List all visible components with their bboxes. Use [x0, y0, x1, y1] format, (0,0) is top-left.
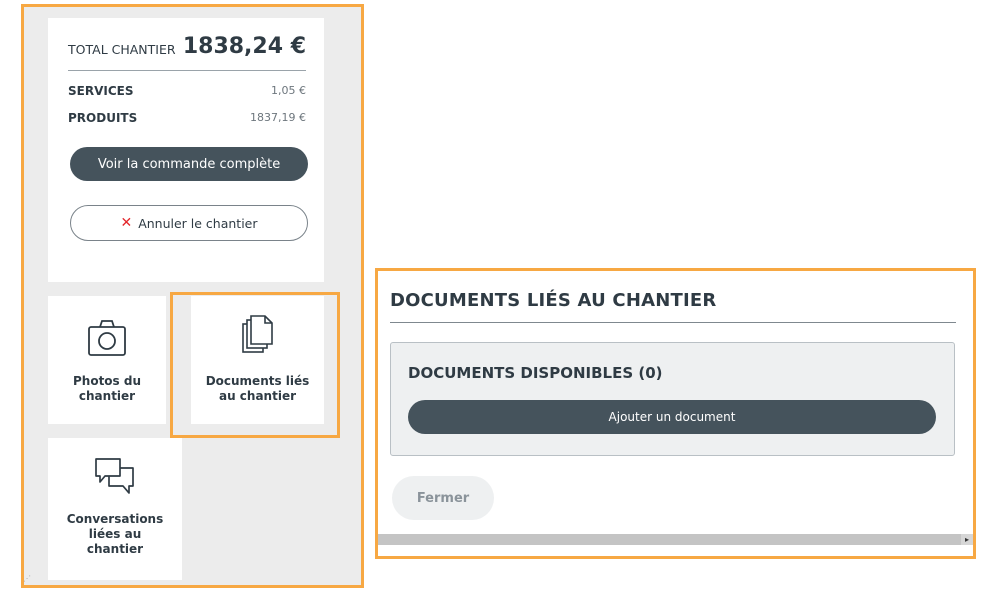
services-label: SERVICES [68, 84, 134, 98]
site-documents-panel: DOCUMENTS LIÉS AU CHANTIER DOCUMENTS DIS… [375, 268, 976, 559]
total-row: TOTAL CHANTIER 1838,24 € [68, 34, 306, 71]
scroll-right-icon[interactable]: ▸ [963, 534, 971, 545]
products-value: 1837,19 € [250, 111, 306, 124]
cancel-site-label: Annuler le chantier [138, 215, 258, 231]
close-button[interactable]: Fermer [392, 476, 494, 520]
view-full-order-button[interactable]: Voir la commande complète [70, 147, 308, 181]
camera-icon [86, 318, 128, 362]
photos-tile-label: Photos du chantier [72, 374, 141, 403]
services-value: 1,05 € [271, 84, 306, 97]
services-row: SERVICES 1,05 € [68, 84, 306, 102]
conversations-tile[interactable]: Conversations liées au chantier [48, 438, 182, 580]
products-label: PRODUITS [68, 111, 138, 125]
add-document-button[interactable]: Ajouter un document [408, 400, 936, 434]
title-divider [390, 322, 956, 323]
total-label: TOTAL CHANTIER [68, 42, 176, 57]
products-row: PRODUITS 1837,19 € [68, 111, 306, 129]
panel-title: DOCUMENTS LIÉS AU CHANTIER [390, 290, 717, 311]
photos-tile[interactable]: Photos du chantier [48, 296, 166, 424]
total-value: 1838,24 € [182, 34, 306, 59]
scrollbar-thumb[interactable] [378, 534, 961, 545]
conversations-tile-label: Conversations liées au chantier [66, 512, 164, 556]
available-documents-box: DOCUMENTS DISPONIBLES (0) Ajouter un doc… [390, 342, 955, 456]
chat-icon [93, 456, 137, 502]
resize-handle-icon: ⋰ [23, 574, 31, 583]
horizontal-scrollbar[interactable]: ▸ [378, 534, 973, 545]
close-icon: ✕ [120, 215, 133, 231]
site-total-card: TOTAL CHANTIER 1838,24 € SERVICES 1,05 €… [48, 18, 324, 282]
available-documents-title: DOCUMENTS DISPONIBLES (0) [408, 364, 663, 382]
documents-tile-highlight [170, 292, 340, 438]
cancel-site-button[interactable]: ✕ Annuler le chantier [70, 205, 308, 241]
